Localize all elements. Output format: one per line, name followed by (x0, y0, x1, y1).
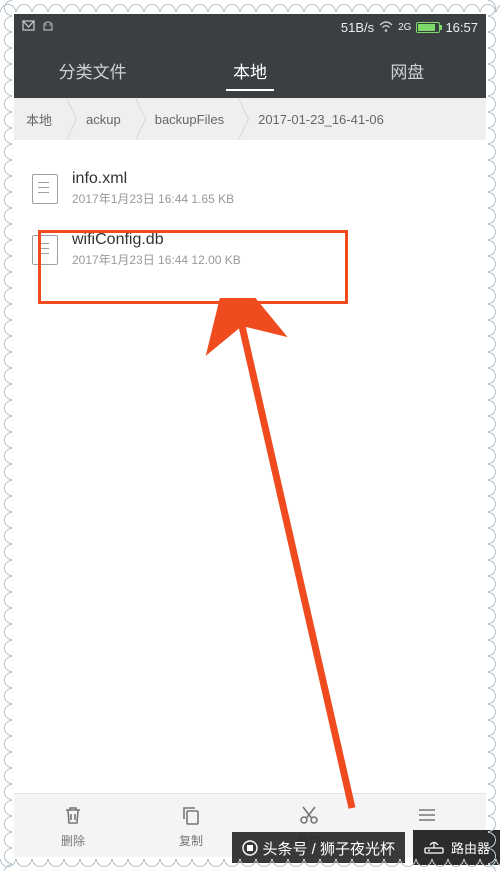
app-screen: 51B/s 2G 16:57 分类文件本地网盘 本地ackupbackupFil… (14, 14, 486, 857)
router-icon (423, 838, 445, 856)
wifi-icon (379, 21, 393, 33)
copy-icon (179, 803, 203, 830)
tab-2[interactable]: 网盘 (329, 42, 486, 97)
tab-1[interactable]: 本地 (171, 42, 328, 97)
file-meta: 2017年1月23日 16:44 12.00 KB (72, 251, 241, 268)
file-row-0[interactable]: info.xml 2017年1月23日 16:44 1.65 KB (14, 158, 486, 219)
android-icon (41, 19, 55, 35)
file-name: wifiConfig.db (72, 231, 241, 249)
source-watermark: 头条号 / 狮子夜光杯 (232, 832, 405, 863)
tool-label: 复制 (179, 832, 203, 849)
tool-delete[interactable]: 删除 (14, 803, 132, 849)
notification-icon (22, 19, 35, 35)
tool-label: 删除 (61, 832, 85, 849)
file-icon (32, 174, 58, 204)
router-badge: 路由器 (413, 830, 500, 865)
file-list: info.xml 2017年1月23日 16:44 1.65 KB wifiConf… (14, 140, 486, 793)
clock: 16:57 (445, 20, 478, 35)
tab-0[interactable]: 分类文件 (14, 42, 171, 97)
breadcrumb-item-0[interactable]: 本地 (14, 98, 66, 140)
network-type: 2G (398, 22, 411, 33)
delete-icon (61, 803, 85, 830)
breadcrumb-item-3[interactable]: 2017-01-23_16-41-06 (238, 98, 398, 140)
file-meta: 2017年1月23日 16:44 1.65 KB (72, 190, 234, 207)
file-name: info.xml (72, 170, 234, 188)
battery-icon (416, 22, 440, 33)
file-row-1[interactable]: wifiConfig.db 2017年1月23日 16:44 12.00 KB (14, 219, 486, 280)
statusbar: 51B/s 2G 16:57 (14, 14, 486, 40)
breadcrumb-item-2[interactable]: backupFiles (135, 98, 238, 140)
file-icon (32, 235, 58, 265)
annotation-arrow (104, 298, 384, 828)
breadcrumb: 本地ackupbackupFiles2017-01-23_16-41-06 (14, 98, 486, 140)
top-tabs: 分类文件本地网盘 (14, 40, 486, 98)
overlay-footer: 头条号 / 狮子夜光杯 路由器 (232, 823, 500, 871)
network-speed: 51B/s (341, 20, 374, 35)
